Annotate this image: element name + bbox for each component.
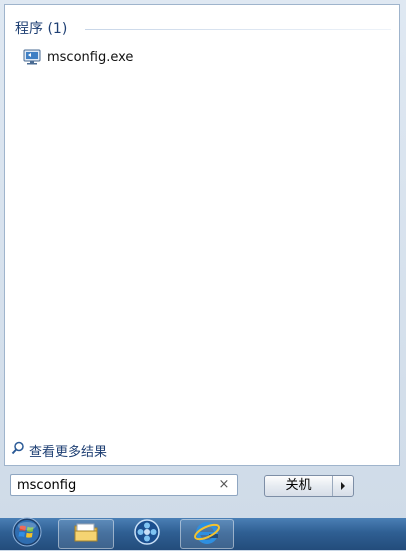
search-input[interactable] (17, 477, 212, 493)
start-menu: 程序 (1) msconfig.exe 查看更多结果 msconfig × 关机 (0, 0, 406, 518)
search-icon (11, 441, 25, 459)
search-row: × 关机 (10, 474, 396, 498)
taskbar-media-player[interactable] (124, 519, 170, 549)
shutdown-label[interactable]: 关机 (265, 476, 333, 496)
folder-icon (73, 521, 99, 547)
chevron-right-icon[interactable] (333, 476, 353, 496)
section-title: 程序 (1) (15, 21, 68, 37)
close-icon[interactable]: × (217, 477, 231, 493)
film-reel-icon (133, 518, 161, 550)
windows-orb-icon (12, 517, 42, 551)
taskbar-explorer[interactable] (58, 519, 114, 549)
ie-logo-icon (193, 518, 221, 550)
see-more-label: 查看更多结果 (29, 444, 108, 460)
taskbar (0, 517, 406, 551)
result-item-label: msconfig.exe (47, 49, 134, 65)
monitor-settings-icon (23, 49, 41, 65)
section-divider (85, 29, 391, 30)
see-more-results-link[interactable]: 查看更多结果 (11, 441, 108, 460)
search-box[interactable]: × (10, 474, 238, 496)
start-button[interactable] (2, 517, 52, 551)
section-header: 程序 (1) (15, 18, 391, 40)
result-item-msconfig[interactable]: msconfig.exe (23, 47, 243, 67)
search-results-panel: 程序 (1) msconfig.exe 查看更多结果 (4, 4, 400, 466)
taskbar-internet-explorer[interactable] (180, 519, 234, 549)
shutdown-button[interactable]: 关机 (264, 475, 354, 497)
